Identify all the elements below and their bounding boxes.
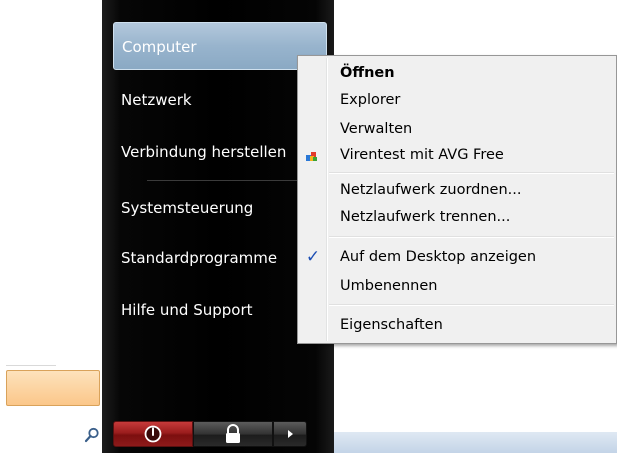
start-item-systemsteuerung[interactable]: Systemsteuerung xyxy=(113,188,327,228)
search-icon[interactable] xyxy=(84,427,100,443)
taskbar xyxy=(334,432,617,453)
menu-item-eigenschaften[interactable]: Eigenschaften xyxy=(340,313,443,337)
start-item-standardprogramme[interactable]: Standardprogramme xyxy=(113,238,327,278)
menu-item-explorer[interactable]: Explorer xyxy=(340,88,400,112)
menu-item-virentest-avg[interactable]: Virentest mit AVG Free xyxy=(340,143,504,167)
shutdown-button[interactable] xyxy=(113,421,193,447)
start-item-hilfe-und-support[interactable]: Hilfe und Support xyxy=(113,290,327,330)
menu-item-verwalten[interactable]: Verwalten xyxy=(340,117,412,141)
power-icon xyxy=(144,425,162,443)
menu-item-auf-desktop-anzeigen[interactable]: Auf dem Desktop anzeigen xyxy=(340,245,536,269)
arrow-right-icon xyxy=(288,430,293,438)
context-menu-gutter-highlight xyxy=(327,58,328,341)
lock-button[interactable] xyxy=(193,421,273,447)
lock-icon xyxy=(226,424,240,443)
menu-item-oeffnen[interactable]: Öffnen xyxy=(340,61,395,85)
start-menu-separator xyxy=(147,180,299,181)
start-item-netzwerk[interactable]: Netzwerk xyxy=(113,80,327,120)
left-divider xyxy=(6,365,56,366)
menu-separator xyxy=(329,172,614,174)
menu-item-netzlaufwerk-zuordnen[interactable]: Netzlaufwerk zuordnen... xyxy=(340,178,521,202)
checkmark-icon: ✓ xyxy=(305,247,321,267)
context-menu: Öffnen Explorer Verwalten Virentest mit … xyxy=(297,55,617,344)
start-item-computer[interactable]: Computer xyxy=(113,22,327,70)
shutdown-options-button[interactable] xyxy=(273,421,307,447)
menu-item-umbenennen[interactable]: Umbenennen xyxy=(340,274,437,298)
menu-separator xyxy=(329,304,614,306)
avg-icon xyxy=(306,152,317,161)
start-item-verbindung-herstellen[interactable]: Verbindung herstellen xyxy=(113,132,327,172)
menu-separator xyxy=(329,236,614,238)
menu-item-netzlaufwerk-trennen[interactable]: Netzlaufwerk trennen... xyxy=(340,205,510,229)
highlighted-program-item[interactable] xyxy=(6,370,100,406)
